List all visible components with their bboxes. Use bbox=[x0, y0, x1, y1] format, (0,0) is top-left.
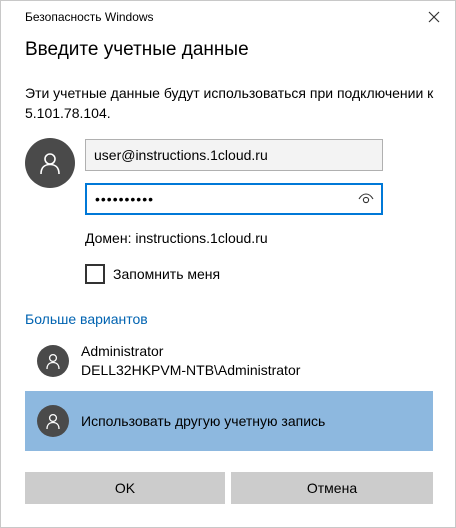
remember-me-label: Запомнить меня bbox=[113, 266, 221, 282]
cancel-button[interactable]: Отмена bbox=[231, 472, 433, 504]
page-title: Введите учетные данные bbox=[25, 39, 249, 60]
account-item-other[interactable]: Использовать другую учетную запись bbox=[25, 391, 433, 451]
remember-me-checkbox[interactable]: Запомнить меня bbox=[85, 263, 220, 285]
avatar bbox=[37, 345, 69, 377]
user-icon bbox=[40, 153, 60, 175]
eye-icon bbox=[358, 193, 374, 204]
title-bar: Безопасность Windows bbox=[1, 1, 455, 33]
account-text: Использовать другую учетную запись bbox=[81, 412, 325, 431]
username-input[interactable] bbox=[85, 139, 383, 171]
domain-label: Домен: instructions.1cloud.ru bbox=[85, 230, 268, 246]
account-item-administrator[interactable]: Administrator DELL32HKPVM-NTB\Administra… bbox=[25, 331, 433, 391]
close-button[interactable] bbox=[413, 1, 455, 33]
checkbox-box[interactable] bbox=[85, 264, 105, 284]
password-field[interactable] bbox=[85, 183, 383, 215]
account-name: Administrator bbox=[81, 343, 164, 359]
avatar bbox=[37, 405, 69, 437]
more-options-link[interactable]: Больше вариантов bbox=[25, 311, 148, 327]
user-icon bbox=[46, 353, 60, 370]
user-avatar bbox=[25, 138, 75, 188]
password-input[interactable] bbox=[87, 185, 349, 213]
window-title: Безопасность Windows bbox=[25, 10, 154, 24]
ok-button[interactable]: OK bbox=[25, 472, 225, 504]
use-other-account-label: Использовать другую учетную запись bbox=[81, 412, 326, 429]
reveal-password-button[interactable] bbox=[357, 191, 375, 207]
account-text: Administrator DELL32HKPVM-NTB\Administra… bbox=[81, 342, 300, 380]
close-icon bbox=[428, 11, 440, 23]
account-domain-user: DELL32HKPVM-NTB\Administrator bbox=[81, 362, 301, 378]
credentials-dialog: Безопасность Windows Введите учетные дан… bbox=[0, 0, 456, 528]
description-text: Эти учетные данные будут использоваться … bbox=[25, 85, 434, 121]
user-icon bbox=[46, 413, 60, 430]
